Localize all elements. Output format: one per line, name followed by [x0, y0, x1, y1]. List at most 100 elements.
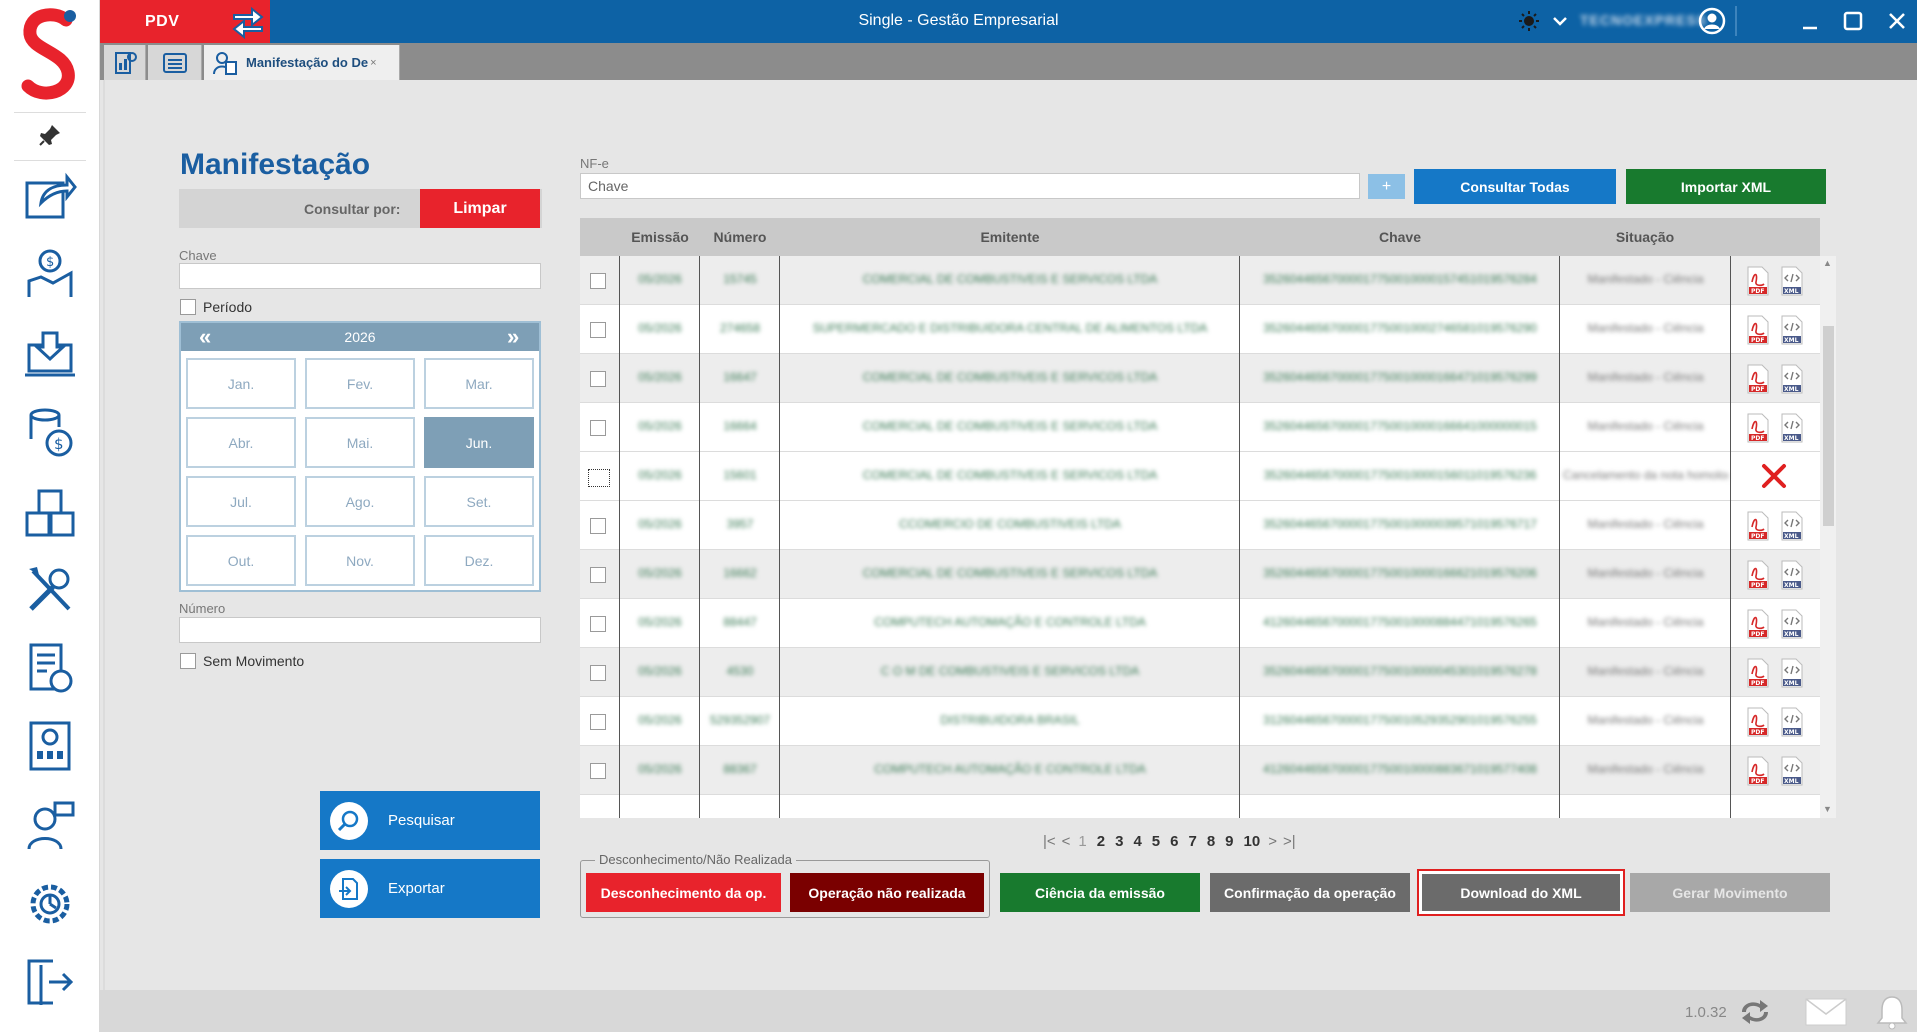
confirmacao-operacao-button[interactable]: Confirmação da operação	[1210, 873, 1410, 912]
consultar-todas-button[interactable]: Consultar Todas	[1414, 169, 1616, 204]
theme-toggle[interactable]	[1515, 8, 1543, 34]
page-1[interactable]: 1	[1078, 833, 1086, 850]
column-numero[interactable]: Número	[700, 229, 780, 245]
table-row[interactable]: 05/2026 15601 COMERCIAL DE COMBUSTIVEIS E …	[580, 452, 1820, 501]
scroll-down-icon[interactable]: ▼	[1823, 804, 1832, 814]
table-row[interactable]: 05/2026 4530 C O M DE COMBUSTIVEIS E SERVI…	[580, 648, 1820, 697]
row-checkbox[interactable]	[590, 665, 606, 681]
row-checkbox[interactable]	[590, 322, 606, 338]
nao-realizada-button[interactable]: Operação não realizada	[790, 873, 984, 912]
page-7[interactable]: 7	[1188, 833, 1196, 850]
tab-dashboard[interactable]	[104, 45, 146, 80]
sidebar-finance-icon[interactable]: $	[20, 246, 80, 302]
scroll-up-icon[interactable]: ▲	[1823, 258, 1832, 268]
column-emitente[interactable]: Emitente	[780, 229, 1240, 245]
clear-button[interactable]: Limpar	[420, 189, 540, 228]
row-checkbox[interactable]	[588, 469, 610, 487]
month-dec[interactable]: Dez.	[424, 535, 534, 586]
pdf-icon[interactable]: PDF	[1746, 609, 1770, 639]
sync-icon[interactable]	[1738, 998, 1772, 1026]
row-checkbox[interactable]	[590, 567, 606, 583]
xml-icon[interactable]: XML	[1780, 413, 1804, 443]
xml-icon[interactable]: XML	[1780, 511, 1804, 541]
chave-input[interactable]	[179, 263, 541, 289]
sidebar-exit-icon[interactable]	[20, 954, 80, 1010]
first-page-button[interactable]: |<	[1043, 833, 1056, 850]
row-checkbox[interactable]	[590, 273, 606, 289]
month-jan[interactable]: Jan.	[186, 358, 296, 409]
row-checkbox[interactable]	[590, 714, 606, 730]
row-checkbox[interactable]	[590, 420, 606, 436]
column-emissao[interactable]: Emissão	[620, 229, 700, 245]
pdf-icon[interactable]: PDF	[1746, 315, 1770, 345]
ciencia-emissao-button[interactable]: Ciência da emissão	[1000, 873, 1200, 912]
pdf-icon[interactable]: PDF	[1746, 756, 1770, 786]
table-row[interactable]: 05/2026 274658 SUPERMERCADO E DISTRIBUIDOR…	[580, 305, 1820, 354]
page-9[interactable]: 9	[1225, 833, 1233, 850]
single-logo-icon[interactable]	[18, 6, 82, 102]
maximize-button[interactable]	[1840, 8, 1866, 34]
user-avatar[interactable]	[1696, 7, 1728, 35]
page-5[interactable]: 5	[1152, 833, 1160, 850]
export-button[interactable]: Exportar	[320, 859, 540, 918]
sidebar-export-icon[interactable]	[20, 168, 80, 224]
pdf-icon[interactable]: PDF	[1746, 560, 1770, 590]
row-checkbox[interactable]	[590, 763, 606, 779]
download-xml-button[interactable]: Download do XML	[1417, 869, 1625, 916]
pdf-icon[interactable]: PDF	[1746, 658, 1770, 688]
search-button[interactable]: Pesquisar	[320, 791, 540, 850]
sidebar-support-icon[interactable]	[20, 798, 80, 854]
sem-movimento-checkbox[interactable]	[180, 653, 196, 669]
month-aug[interactable]: Ago.	[305, 476, 415, 527]
table-row[interactable]: 05/2026 88447 COMPUTECH AUTOMAÇÃO E CONTRO…	[580, 599, 1820, 648]
close-button[interactable]	[1884, 8, 1910, 34]
sidebar-invoice-icon[interactable]	[20, 640, 80, 696]
table-row[interactable]: 05/2026 3957 CCOMERCIO DE COMBUSTIVEIS LTD…	[580, 501, 1820, 550]
page-3[interactable]: 3	[1115, 833, 1123, 850]
page-10[interactable]: 10	[1244, 833, 1261, 850]
sidebar-settings-icon[interactable]	[20, 876, 80, 932]
user-menu-dropdown[interactable]	[1550, 8, 1570, 34]
table-row[interactable]: 05/2026 15745 COMERCIAL DE COMBUSTIVEIS E …	[580, 256, 1820, 305]
table-row[interactable]: 05/2026 88367 COMPUTECH AUTOMAÇÃO E CONTRO…	[580, 746, 1820, 795]
xml-icon[interactable]: XML	[1780, 364, 1804, 394]
gerar-movimento-button[interactable]: Gerar Movimento	[1630, 873, 1830, 912]
numero-input[interactable]	[179, 617, 541, 643]
notification-bell-icon[interactable]	[1875, 994, 1909, 1030]
xml-icon[interactable]: XML	[1780, 658, 1804, 688]
month-nov[interactable]: Nov.	[305, 535, 415, 586]
month-feb[interactable]: Fev.	[305, 358, 415, 409]
next-page-button[interactable]: >	[1268, 833, 1277, 850]
xml-icon[interactable]: XML	[1780, 315, 1804, 345]
tab-list[interactable]	[148, 45, 202, 80]
month-oct[interactable]: Out.	[186, 535, 296, 586]
table-row[interactable]: 05/2026 16662 COMERCIAL DE COMBUSTIVEIS E …	[580, 550, 1820, 599]
xml-icon[interactable]: XML	[1780, 756, 1804, 786]
column-situacao[interactable]: Situação	[1560, 229, 1730, 245]
page-2[interactable]: 2	[1097, 833, 1105, 850]
month-mar[interactable]: Mar.	[424, 358, 534, 409]
month-apr[interactable]: Abr.	[186, 417, 296, 468]
pin-icon[interactable]	[38, 123, 62, 147]
last-page-button[interactable]: >|	[1283, 833, 1296, 850]
pdf-icon[interactable]: PDF	[1746, 364, 1770, 394]
sidebar-boxes-icon[interactable]	[20, 484, 80, 540]
minimize-button[interactable]	[1797, 8, 1823, 34]
xml-icon[interactable]: XML	[1780, 266, 1804, 296]
sidebar-coins-icon[interactable]: $	[20, 404, 80, 460]
table-row[interactable]: 05/2026 529352907 DISTRIBUIDORA BRASIL 3126…	[580, 697, 1820, 746]
row-checkbox[interactable]	[590, 371, 606, 387]
xml-icon[interactable]: XML	[1780, 609, 1804, 639]
desconhecimento-button[interactable]: Desconhecimento da op.	[586, 873, 781, 912]
tab-manifestacao[interactable]: Manifestação do De ×	[204, 45, 400, 80]
scroll-thumb[interactable]	[1823, 326, 1834, 526]
page-8[interactable]: 8	[1207, 833, 1215, 850]
month-sep[interactable]: Set.	[424, 476, 534, 527]
sidebar-download-icon[interactable]	[20, 326, 80, 382]
pdf-icon[interactable]: PDF	[1746, 266, 1770, 296]
mail-icon[interactable]	[1805, 998, 1847, 1026]
row-checkbox[interactable]	[590, 518, 606, 534]
column-chave[interactable]: Chave	[1240, 229, 1560, 245]
next-year-button[interactable]: »	[507, 324, 519, 350]
page-6[interactable]: 6	[1170, 833, 1178, 850]
